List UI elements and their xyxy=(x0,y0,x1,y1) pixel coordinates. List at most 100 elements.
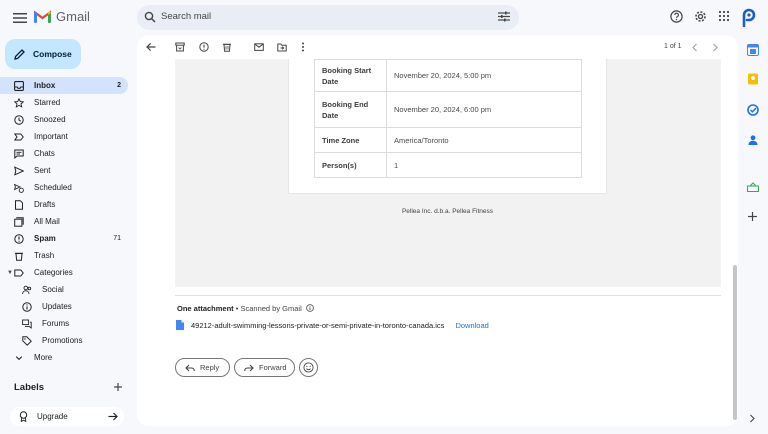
attachment-item[interactable]: 49212-adult-swimming-lessons-private-or-… xyxy=(176,320,489,330)
search-bar[interactable]: Search mail xyxy=(137,5,519,30)
move-to-icon[interactable] xyxy=(277,42,287,52)
contacts-icon[interactable] xyxy=(747,134,759,146)
compose-button[interactable]: Compose xyxy=(5,39,81,69)
sidebar-item-scheduled[interactable]: Scheduled xyxy=(0,179,128,196)
sidebar-item-label: More xyxy=(34,353,53,362)
sidebar-item-important[interactable]: Important xyxy=(0,128,128,145)
sidebar-item-label: Important xyxy=(34,132,68,141)
sidebar-item-spam[interactable]: Spam 71 xyxy=(0,230,128,247)
settings-gear-icon[interactable] xyxy=(694,10,707,23)
attachment-filename[interactable]: 49212-adult-swimming-lessons-private-or-… xyxy=(191,321,444,330)
top-bar: Gmail Search mail xyxy=(0,0,768,36)
sidebar-item-promotions[interactable]: Promotions xyxy=(0,332,128,349)
table-key: Time Zone xyxy=(314,127,387,153)
sidebar-item-snoozed[interactable]: Snoozed xyxy=(0,111,128,128)
booking-details-table: Booking Start Date November 20, 2024, 5:… xyxy=(314,59,582,178)
social-icon xyxy=(22,285,32,295)
table-key: Booking Start Date xyxy=(314,59,387,92)
arrow-right-icon xyxy=(108,412,118,421)
sidebar-item-label: Snoozed xyxy=(34,115,66,124)
smiley-icon xyxy=(303,362,314,373)
sidebar-item-label: Spam xyxy=(34,234,56,243)
sidebar-item-updates[interactable]: Updates xyxy=(0,298,128,315)
gmail-logo[interactable]: Gmail xyxy=(34,9,90,24)
search-input[interactable]: Search mail xyxy=(161,11,211,22)
all-mail-icon xyxy=(14,216,24,227)
attachment-header: One attachment • Scanned by Gmail xyxy=(177,304,314,313)
next-chevron-icon[interactable] xyxy=(712,43,719,52)
search-icon[interactable] xyxy=(144,11,156,23)
addon-icon[interactable] xyxy=(747,182,759,192)
table-row: Time Zone America/Toronto xyxy=(314,127,582,153)
sidebar-item-label: Starred xyxy=(34,98,61,107)
reply-button[interactable]: Reply xyxy=(175,358,230,377)
add-addon-icon[interactable] xyxy=(747,211,758,222)
table-value: November 20, 2024, 5:00 pm xyxy=(386,59,582,92)
pencil-icon xyxy=(14,48,25,60)
sidebar-item-chats[interactable]: Chats xyxy=(0,145,128,162)
promotions-icon xyxy=(22,335,32,346)
sidebar-item-label: Forums xyxy=(42,319,70,328)
chevron-down-icon xyxy=(14,353,24,363)
report-spam-icon[interactable] xyxy=(199,42,209,52)
clock-icon xyxy=(14,114,24,125)
more-vert-icon[interactable] xyxy=(301,42,305,52)
unread-count: 2 xyxy=(117,82,121,89)
sidebar-item-trash[interactable]: Trash xyxy=(0,247,128,264)
sidebar-item-starred[interactable]: Starred xyxy=(0,94,128,111)
sidebar-item-categories[interactable]: ▼ Categories xyxy=(0,264,128,281)
pagination-label: 1 of 1 xyxy=(664,43,682,50)
add-label-icon[interactable] xyxy=(113,382,123,392)
forward-icon xyxy=(244,364,254,371)
spam-icon xyxy=(14,233,24,244)
table-row: Booking Start Date November 20, 2024, 5:… xyxy=(314,59,582,92)
account-avatar-icon[interactable] xyxy=(740,7,758,27)
sidebar-item-label: Sent xyxy=(34,166,51,175)
trash-icon xyxy=(14,251,24,261)
attachment-title: One attachment xyxy=(177,304,234,313)
sidebar-item-label: All Mail xyxy=(34,217,60,226)
divider xyxy=(175,295,721,296)
reply-icon xyxy=(185,364,195,371)
scrollbar-thumb[interactable] xyxy=(733,265,737,420)
inbox-icon xyxy=(14,80,24,91)
email-view: 1 of 1 Booking Start Date November 20, 2… xyxy=(137,35,738,426)
table-row: Person(s) 1 xyxy=(314,152,582,178)
sidebar-item-all-mail[interactable]: All Mail xyxy=(0,213,128,230)
help-icon[interactable] xyxy=(670,10,683,23)
main-menu-icon[interactable] xyxy=(10,8,30,28)
sidebar-item-forums[interactable]: Forums xyxy=(0,315,128,332)
download-link[interactable]: Download xyxy=(455,321,488,330)
expand-panel-chevron-icon[interactable] xyxy=(749,414,756,423)
app-name: Gmail xyxy=(56,9,90,24)
mark-unread-icon[interactable] xyxy=(254,42,264,52)
label-icon xyxy=(14,268,24,278)
emoji-reaction-button[interactable] xyxy=(299,358,318,377)
sidebar-item-inbox[interactable]: Inbox 2 xyxy=(0,77,128,94)
keep-icon[interactable] xyxy=(747,73,759,85)
sidebar-item-more[interactable]: More xyxy=(0,349,128,366)
apps-grid-icon[interactable] xyxy=(718,10,730,22)
upgrade-button[interactable]: Upgrade xyxy=(10,407,124,426)
tasks-icon[interactable] xyxy=(747,104,759,116)
table-key: Booking End Date xyxy=(314,91,387,128)
unread-count: 71 xyxy=(113,235,121,242)
forward-label: Forward xyxy=(259,363,287,372)
caret-down-icon[interactable]: ▼ xyxy=(7,270,13,276)
back-arrow-icon[interactable] xyxy=(146,42,156,52)
upgrade-label: Upgrade xyxy=(37,412,68,421)
sidebar-item-sent[interactable]: Sent xyxy=(0,162,128,179)
delete-icon[interactable] xyxy=(222,42,232,52)
search-options-icon[interactable] xyxy=(498,11,510,22)
previous-chevron-icon[interactable] xyxy=(691,43,698,52)
sidebar-item-label: Drafts xyxy=(34,200,56,209)
updates-icon xyxy=(22,301,32,312)
calendar-icon[interactable] xyxy=(747,44,759,56)
info-icon[interactable] xyxy=(306,304,314,312)
sidebar-item-drafts[interactable]: Drafts xyxy=(0,196,128,213)
archive-icon[interactable] xyxy=(175,42,185,52)
chat-icon xyxy=(14,149,24,159)
forward-button[interactable]: Forward xyxy=(234,358,295,377)
reply-label: Reply xyxy=(200,363,220,372)
sidebar-item-social[interactable]: Social xyxy=(0,281,128,298)
